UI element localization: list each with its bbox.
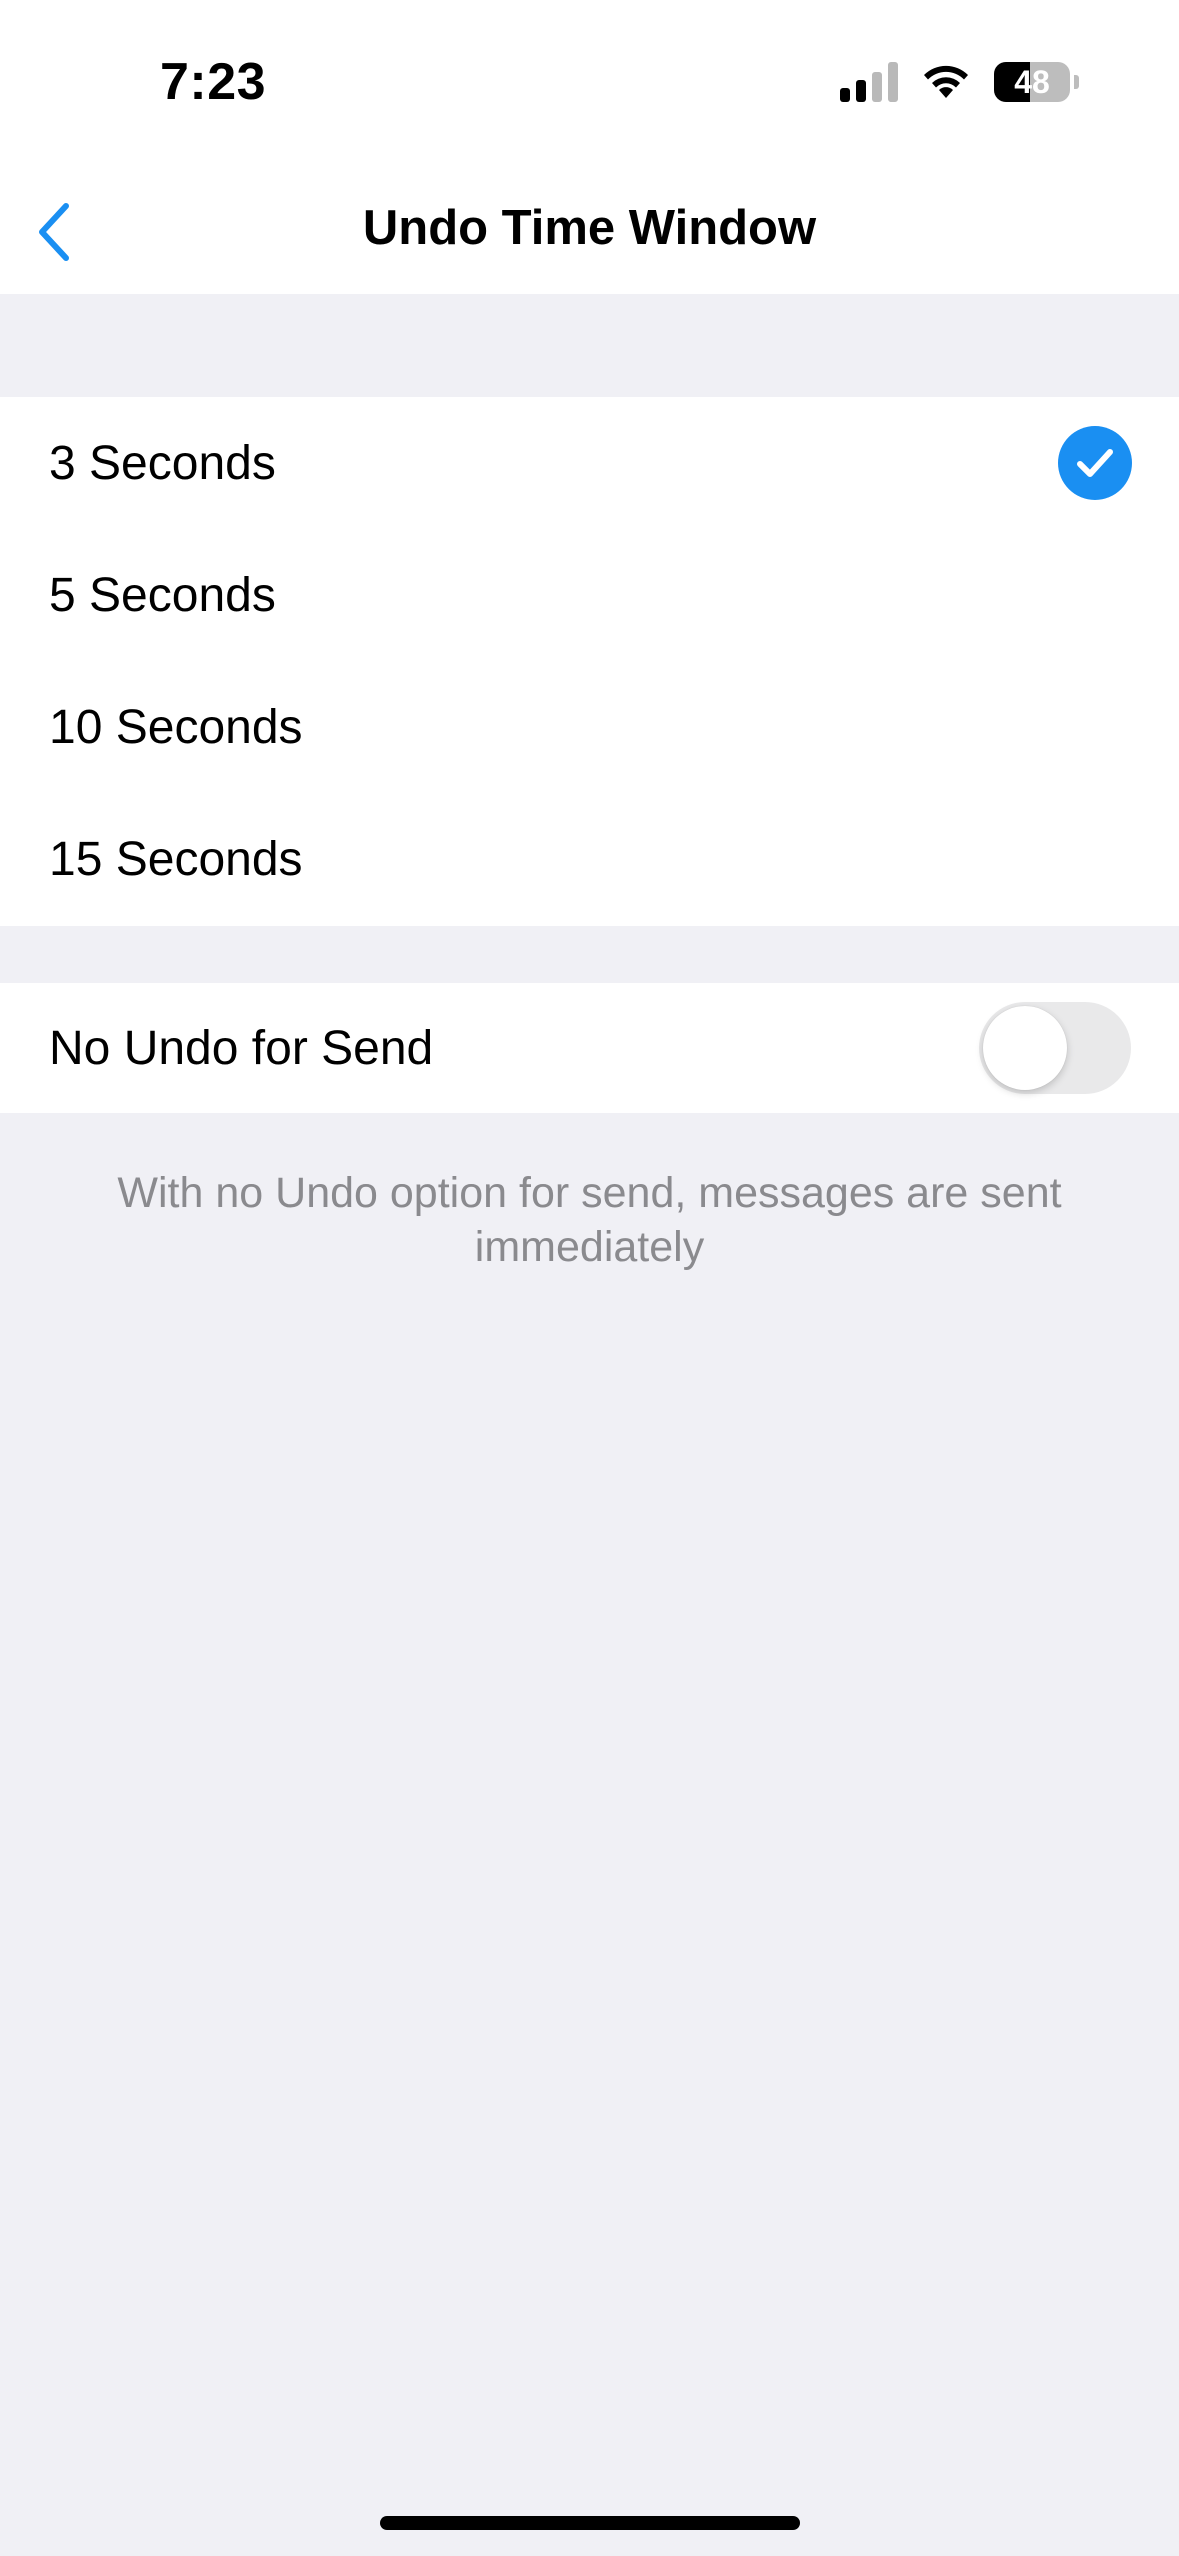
toggle-knob [983,1006,1067,1090]
no-undo-toggle[interactable] [979,1002,1131,1094]
option-15-seconds[interactable]: 15 Seconds [0,793,1179,925]
option-label: 15 Seconds [49,832,303,886]
battery-cap [1074,75,1079,89]
no-undo-row: No Undo for Send [0,983,1179,1113]
option-5-seconds[interactable]: 5 Seconds [0,529,1179,661]
undo-time-options-list: 3 Seconds 5 Seconds 10 Seconds 15 Second… [0,397,1179,926]
option-label: 10 Seconds [49,700,303,754]
option-label: 5 Seconds [49,568,276,622]
no-undo-group: No Undo for Send [0,983,1179,1113]
navigation-bar: Undo Time Window [0,170,1179,294]
checkmark-icon [1058,426,1132,500]
status-bar: 7:23 48 [0,0,1179,170]
page-title: Undo Time Window [362,201,817,255]
cellular-signal-icon [840,62,898,102]
option-3-seconds[interactable]: 3 Seconds [0,397,1179,529]
home-indicator[interactable] [380,2516,800,2530]
option-label: 3 Seconds [49,436,276,490]
status-time: 7:23 [160,53,267,111]
status-icons: 48 [840,62,1079,102]
battery-level: 48 [1014,64,1050,100]
option-10-seconds[interactable]: 10 Seconds [0,661,1179,793]
no-undo-footnote: With no Undo option for send, messages a… [117,1169,1062,1271]
battery-icon: 48 [994,62,1070,102]
no-undo-label: No Undo for Send [49,1021,434,1075]
wifi-icon [924,65,968,98]
